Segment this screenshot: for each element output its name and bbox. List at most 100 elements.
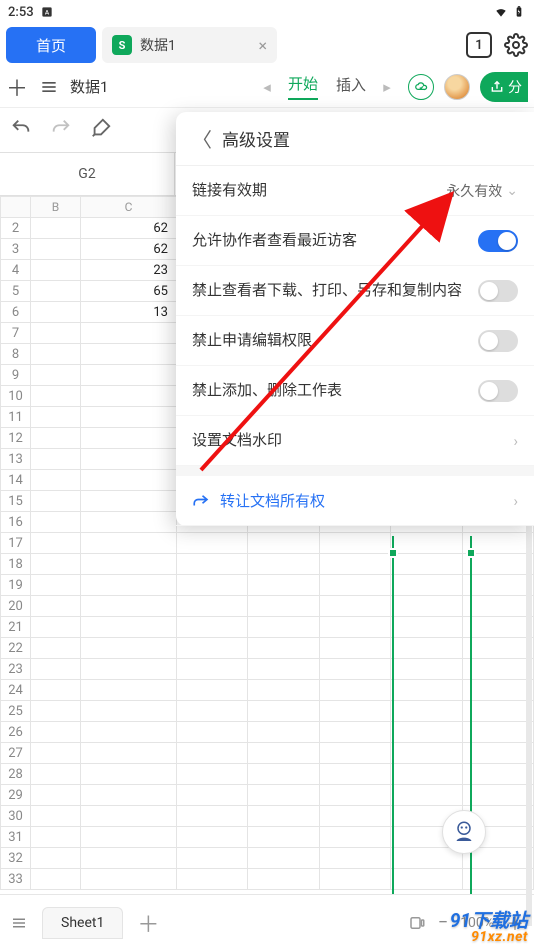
cell[interactable]: [248, 827, 319, 848]
cell[interactable]: [391, 617, 462, 638]
row-header[interactable]: 12: [1, 428, 31, 449]
next-menu-icon[interactable]: ▸: [376, 76, 398, 98]
column-header[interactable]: B: [31, 197, 81, 218]
document-name[interactable]: 数据1: [70, 76, 108, 97]
row-header[interactable]: 27: [1, 743, 31, 764]
new-doc-icon[interactable]: ＋: [6, 76, 28, 98]
add-sheet-icon[interactable]: ＋: [137, 907, 159, 939]
cell[interactable]: [462, 617, 533, 638]
row-header[interactable]: 23: [1, 659, 31, 680]
cell[interactable]: [248, 722, 319, 743]
selection-handle[interactable]: [466, 548, 476, 558]
cell[interactable]: [391, 743, 462, 764]
selection-handle[interactable]: [388, 548, 398, 558]
cell[interactable]: [31, 344, 81, 365]
cell[interactable]: [319, 533, 390, 554]
row-header[interactable]: 6: [1, 302, 31, 323]
cell[interactable]: [177, 764, 248, 785]
cell[interactable]: [31, 869, 81, 890]
cell[interactable]: [81, 428, 177, 449]
cell[interactable]: [81, 827, 177, 848]
cell[interactable]: [177, 848, 248, 869]
cell[interactable]: [31, 554, 81, 575]
ribbon-tab-insert[interactable]: 插入: [336, 74, 366, 99]
cell[interactable]: [391, 533, 462, 554]
row-header[interactable]: 13: [1, 449, 31, 470]
cell[interactable]: [177, 659, 248, 680]
cell[interactable]: [177, 701, 248, 722]
cell[interactable]: [31, 638, 81, 659]
cell[interactable]: [462, 680, 533, 701]
cell[interactable]: [391, 554, 462, 575]
cell[interactable]: [31, 491, 81, 512]
close-tab-icon[interactable]: ×: [258, 36, 267, 55]
cell[interactable]: [81, 638, 177, 659]
cell[interactable]: [391, 575, 462, 596]
cell[interactable]: [31, 323, 81, 344]
cell[interactable]: [462, 785, 533, 806]
cell[interactable]: [31, 785, 81, 806]
format-painter-icon[interactable]: [90, 117, 112, 144]
cell[interactable]: [248, 680, 319, 701]
cell[interactable]: [248, 554, 319, 575]
cell[interactable]: [319, 743, 390, 764]
back-icon[interactable]: 〈: [192, 124, 212, 153]
cell[interactable]: [391, 785, 462, 806]
cell[interactable]: [31, 848, 81, 869]
row-header[interactable]: 16: [1, 512, 31, 533]
row-header[interactable]: 17: [1, 533, 31, 554]
row-header[interactable]: 8: [1, 344, 31, 365]
cell[interactable]: 62: [81, 218, 177, 239]
cell[interactable]: [462, 701, 533, 722]
cell[interactable]: [248, 848, 319, 869]
row-header[interactable]: 32: [1, 848, 31, 869]
cell[interactable]: [81, 869, 177, 890]
prev-menu-icon[interactable]: ◂: [256, 76, 278, 98]
cell[interactable]: [81, 764, 177, 785]
cell[interactable]: [248, 806, 319, 827]
cell[interactable]: [31, 470, 81, 491]
cell[interactable]: [319, 638, 390, 659]
cell[interactable]: [462, 764, 533, 785]
row-header[interactable]: 31: [1, 827, 31, 848]
cell[interactable]: [177, 827, 248, 848]
cell[interactable]: [248, 701, 319, 722]
cell[interactable]: [31, 512, 81, 533]
redo-icon[interactable]: [50, 117, 72, 144]
cell[interactable]: [81, 533, 177, 554]
row-link-validity[interactable]: 链接有效期 永久有效 ⌄: [176, 166, 534, 216]
cell[interactable]: [248, 638, 319, 659]
cell[interactable]: [81, 680, 177, 701]
cell[interactable]: [319, 575, 390, 596]
ribbon-tab-start[interactable]: 开始: [288, 73, 318, 100]
cell[interactable]: [81, 617, 177, 638]
cell[interactable]: [81, 785, 177, 806]
row-header[interactable]: 15: [1, 491, 31, 512]
row-header[interactable]: 10: [1, 386, 31, 407]
cell[interactable]: [248, 659, 319, 680]
cell[interactable]: [319, 596, 390, 617]
cell[interactable]: [177, 785, 248, 806]
cell[interactable]: [177, 680, 248, 701]
cell[interactable]: [177, 869, 248, 890]
cell[interactable]: 65: [81, 281, 177, 302]
cell[interactable]: [81, 722, 177, 743]
cell[interactable]: [31, 722, 81, 743]
cell[interactable]: [248, 617, 319, 638]
cell[interactable]: [319, 701, 390, 722]
cell[interactable]: [391, 680, 462, 701]
cell[interactable]: [319, 722, 390, 743]
cell[interactable]: [462, 722, 533, 743]
cell[interactable]: [81, 449, 177, 470]
cell[interactable]: [31, 533, 81, 554]
cell[interactable]: [81, 365, 177, 386]
row-header[interactable]: 2: [1, 218, 31, 239]
cell[interactable]: [177, 554, 248, 575]
cell[interactable]: [81, 344, 177, 365]
allow-visitors-toggle[interactable]: [478, 230, 518, 252]
cell[interactable]: [31, 575, 81, 596]
cell-reference[interactable]: G2: [0, 153, 175, 195]
assistant-bubble[interactable]: [442, 810, 486, 854]
forbid-download-toggle[interactable]: [478, 280, 518, 302]
cell[interactable]: [319, 659, 390, 680]
